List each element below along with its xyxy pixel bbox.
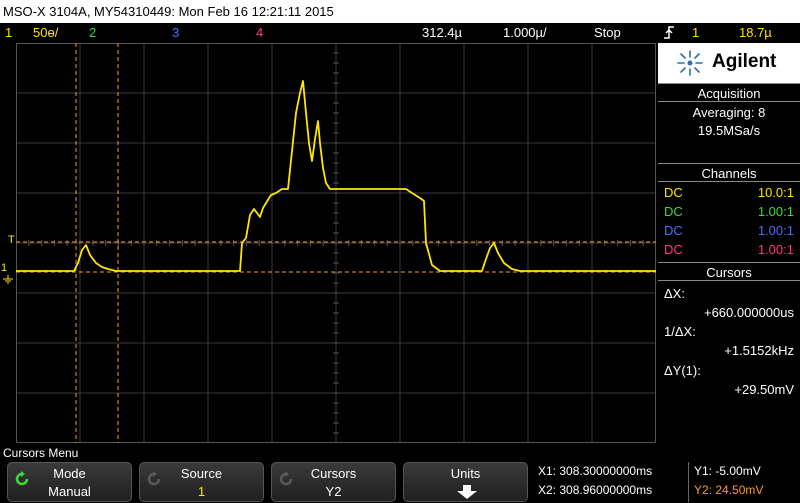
ch1-scale[interactable]: 50ɵ/ (33, 23, 58, 42)
cursor-readout: X1: 308.30000000ms X2: 308.96000000ms Y1… (534, 462, 800, 502)
graticule (16, 43, 656, 443)
readout-divider (688, 462, 689, 502)
y2-readout: Y2: 24.50mV (694, 483, 764, 497)
delta-y-value-text: +29.50mV (734, 382, 794, 397)
inverse-delta-x-label-text: 1/ΔX: (664, 324, 696, 339)
inverse-delta-x-label: 1/ΔX: (658, 322, 800, 341)
ch2-number[interactable]: 2 (89, 23, 96, 42)
units-softkey[interactable]: Units (403, 462, 528, 502)
menu-title: Cursors Menu (0, 445, 800, 462)
ch1-number[interactable]: 1 (5, 23, 12, 42)
source-softkey-label: Source (180, 466, 223, 481)
cursors-softkey[interactable]: Cursors Y2 (271, 462, 396, 502)
waveform-display[interactable] (16, 43, 656, 443)
x1-readout: X1: 308.30000000ms (538, 464, 653, 478)
side-panel: Agilent Acquisition Averaging: 8 19.5MSa… (658, 43, 800, 443)
source-softkey-value: 1 (197, 484, 206, 499)
units-softkey-label: Units (450, 466, 481, 481)
trigger-level-marker[interactable]: T (8, 234, 15, 246)
down-arrow-icon (457, 485, 477, 499)
cursors-header: Cursors (658, 262, 800, 281)
delta-x-label: ΔX: (658, 284, 800, 303)
channel-row: DC 1.00:1 (658, 202, 800, 221)
delta-y-value: +29.50mV (658, 380, 800, 399)
agilent-spark-icon (677, 50, 703, 76)
timebase-scale[interactable]: 1.000µ/ (503, 23, 547, 42)
delta-y-label: ΔY(1): (658, 361, 800, 380)
mode-softkey-label: Mode (53, 466, 86, 481)
inverse-delta-x-value: +1.5152kHz (658, 341, 800, 360)
channel-ratio: 10.0:1 (757, 185, 794, 200)
cursors-softkey-label: Cursors (310, 466, 357, 481)
channel-coupling: DC (664, 242, 683, 257)
trigger-source[interactable]: 1 (692, 23, 699, 42)
sample-rate: 19.5MSa/s (697, 123, 761, 138)
x2-readout: X2: 308.96000000ms (538, 483, 653, 497)
delta-y-label-text: ΔY(1): (664, 363, 701, 378)
acquisition-header: Acquisition (658, 83, 800, 102)
averaging-value: Averaging: 8 (692, 105, 766, 120)
channel-coupling: DC (664, 204, 683, 219)
channel-ratio: 1.00:1 (757, 223, 794, 238)
inverse-delta-x-value-text: +1.5152kHz (724, 343, 794, 358)
delta-x-value-text: +660.000000us (703, 305, 794, 320)
channel-row: DC 1.00:1 (658, 240, 800, 259)
channel-row: DC 1.00:1 (658, 221, 800, 240)
channel-coupling: DC (664, 185, 683, 200)
brand-name: Agilent (712, 51, 777, 72)
delta-x-label-text: ΔX: (664, 286, 685, 301)
channels-header: Channels (658, 163, 800, 182)
y1-readout: Y1: -5.00mV (694, 464, 761, 478)
horizontal-delay[interactable]: 312.4µ (422, 23, 462, 42)
trigger-level[interactable]: 18.7µ (739, 23, 772, 42)
run-state: Stop (594, 25, 621, 40)
ch4-number[interactable]: 4 (256, 23, 263, 42)
mode-softkey-value: Manual (48, 484, 91, 499)
window-title: MSO-X 3104A, MY54310449: Mon Feb 16 12:2… (0, 0, 800, 23)
delta-x-value: +660.000000us (658, 303, 800, 322)
mode-softkey[interactable]: Mode Manual (7, 462, 132, 502)
source-softkey[interactable]: Source 1 (139, 462, 264, 502)
cursors-softkey-value: Y2 (325, 484, 342, 499)
ch3-number[interactable]: 3 (172, 23, 179, 42)
brand-box: Agilent (658, 43, 800, 83)
ground-icon (2, 272, 14, 290)
channel-coupling: DC (664, 223, 683, 238)
channel-ratio: 1.00:1 (757, 242, 794, 257)
channel-row: DC 10.0:1 (658, 183, 800, 202)
trigger-edge-icon (663, 25, 675, 45)
channel-ratio: 1.00:1 (757, 204, 794, 219)
status-bar: 1 50ɵ/ 2 3 4 312.4µ 1.000µ/ Stop 1 18.7µ (0, 23, 800, 42)
